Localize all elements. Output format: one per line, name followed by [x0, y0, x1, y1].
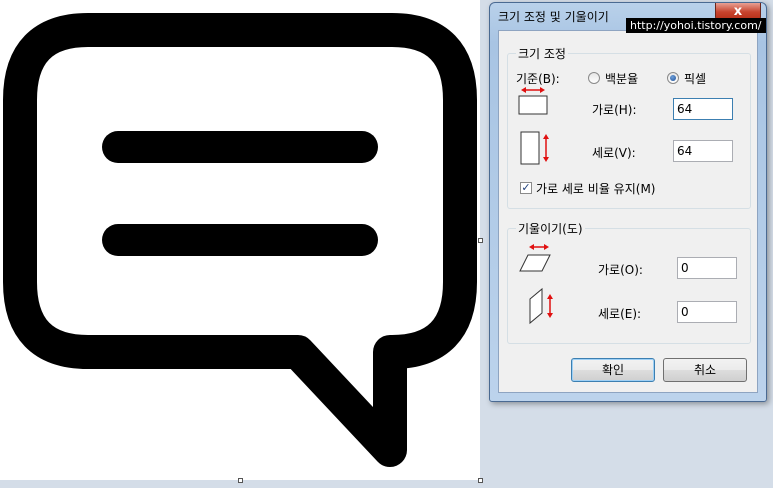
close-icon: x	[733, 4, 743, 19]
skew-vertical-input[interactable]	[677, 301, 737, 323]
resize-group-title: 크기 조정	[516, 45, 568, 62]
skew-group: 기울이기(도) 가로(O): 세로(E):	[507, 220, 751, 344]
resize-skew-dialog: 크기 조정 및 기울이기 x 크기 조정 기준(B): 백분율 픽셀 가로(H)…	[489, 2, 767, 402]
dialog-client: 크기 조정 기준(B): 백분율 픽셀 가로(H): 세로(V):	[498, 30, 758, 393]
resize-horizontal-input[interactable]	[673, 98, 733, 120]
ok-button[interactable]: 확인	[571, 358, 655, 382]
cancel-button-label: 취소	[693, 363, 717, 377]
skew-horizontal-label: 가로(O):	[598, 263, 643, 277]
resize-handle-right[interactable]	[478, 238, 483, 243]
resize-vertical-icon	[520, 131, 549, 165]
radio-pixel[interactable]	[667, 72, 679, 84]
paint-canvas-area	[0, 0, 488, 488]
skew-vertical-icon	[529, 287, 553, 325]
keep-ratio-label[interactable]: 가로 세로 비율 유지(M)	[536, 180, 655, 197]
watermark-url: http://yohoi.tistory.com/	[626, 18, 766, 33]
radio-percent[interactable]	[588, 72, 600, 84]
resize-vertical-label: 세로(V):	[592, 146, 636, 160]
resize-group: 크기 조정 기준(B): 백분율 픽셀 가로(H): 세로(V):	[507, 45, 751, 209]
radio-percent-label[interactable]: 백분율	[605, 70, 638, 87]
radio-pixel-label[interactable]: 픽셀	[684, 70, 706, 87]
resize-handle-corner[interactable]	[478, 478, 483, 483]
resize-vertical-input[interactable]	[673, 140, 733, 162]
resize-handle-bottom[interactable]	[238, 478, 243, 483]
resize-horizontal-icon	[518, 87, 548, 115]
skew-group-title: 기울이기(도)	[516, 220, 585, 237]
speech-bubble-icon	[3, 13, 477, 467]
keep-ratio-checkbox[interactable]: ✓	[520, 182, 532, 194]
paint-canvas[interactable]	[0, 0, 480, 480]
resize-horizontal-label: 가로(H):	[592, 103, 637, 117]
skew-horizontal-input[interactable]	[677, 257, 737, 279]
cancel-button[interactable]: 취소	[663, 358, 747, 382]
skew-vertical-label: 세로(E):	[598, 307, 642, 321]
dialog-title: 크기 조정 및 기울이기	[498, 10, 609, 24]
ok-button-label: 확인	[601, 363, 625, 377]
basis-label: 기준(B):	[516, 72, 560, 86]
skew-horizontal-icon	[519, 244, 551, 272]
